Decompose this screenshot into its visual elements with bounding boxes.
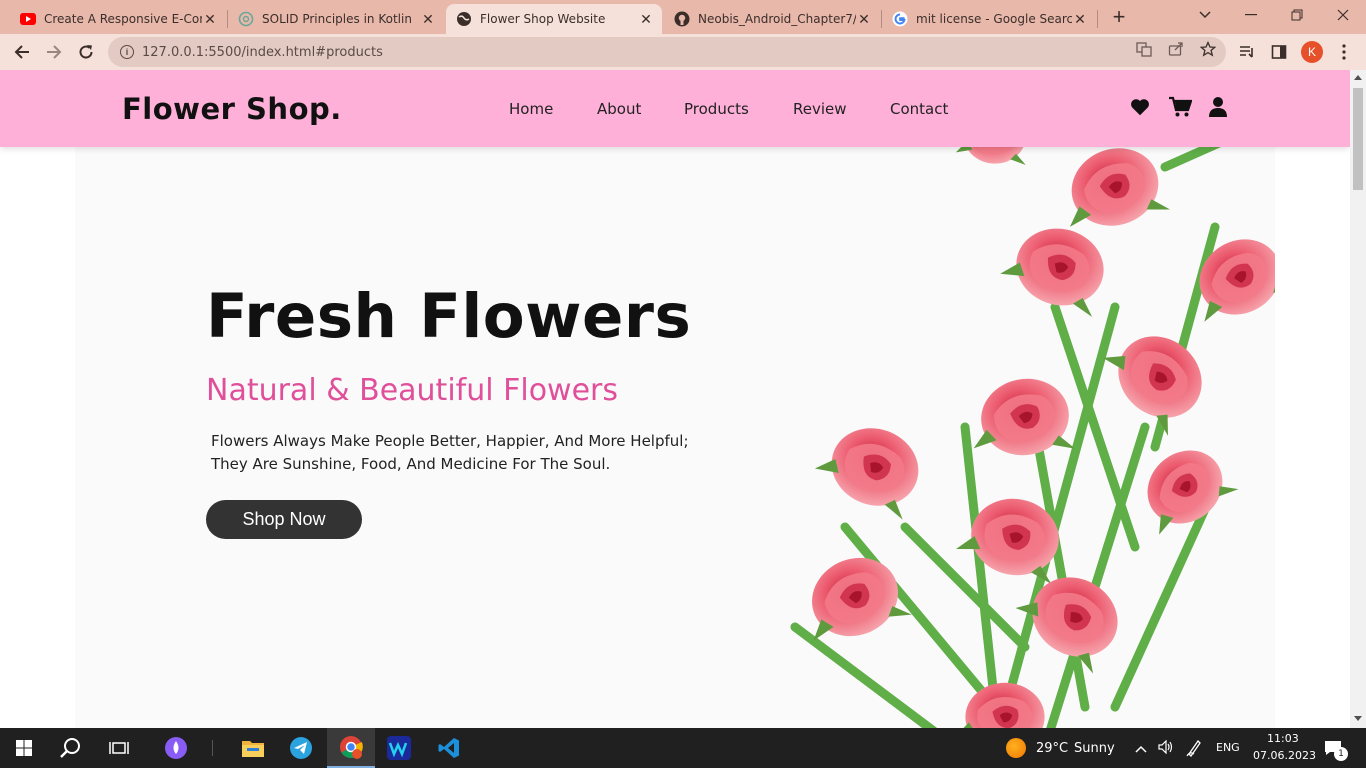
reading-list-icon[interactable] xyxy=(1239,44,1255,60)
nav-about-link[interactable]: About xyxy=(597,100,641,118)
webstorm-icon[interactable] xyxy=(376,728,422,768)
address-bar[interactable]: i 127.0.0.1:5500/index.html#products xyxy=(108,37,1226,67)
youtube-icon xyxy=(20,11,36,27)
browser-tab-active[interactable]: Flower Shop Website ✕ xyxy=(446,4,662,34)
hero-section: Fresh Flowers Natural & Beautiful Flower… xyxy=(75,147,1275,728)
bookmark-star-icon[interactable] xyxy=(1200,41,1216,57)
notification-count-badge: 1 xyxy=(1334,747,1348,761)
user-icon[interactable] xyxy=(1207,96,1231,120)
side-panel-icon[interactable] xyxy=(1271,44,1287,60)
url-text[interactable]: 127.0.0.1:5500/index.html#products xyxy=(142,45,383,60)
page-viewport: Flower Shop. Home About Products Review … xyxy=(0,70,1350,728)
weather-text[interactable]: Sunny xyxy=(1074,741,1115,756)
close-tab-icon[interactable]: ✕ xyxy=(420,11,436,28)
scroll-down-icon[interactable] xyxy=(1354,716,1362,721)
globe-icon xyxy=(456,11,472,27)
minimize-icon[interactable] xyxy=(1228,0,1274,30)
taskbar-separator xyxy=(212,740,213,756)
tab-title: Create A Responsive E-Comm xyxy=(44,12,202,26)
forward-icon[interactable] xyxy=(40,38,68,66)
weather-sun-icon[interactable] xyxy=(1006,738,1026,758)
browser-toolbar: i 127.0.0.1:5500/index.html#products K xyxy=(0,34,1366,70)
nav-products-link[interactable]: Products xyxy=(684,100,749,118)
close-tab-icon[interactable]: ✕ xyxy=(1072,11,1088,28)
task-view-icon[interactable] xyxy=(96,728,142,768)
tab-title: Neobis_Android_Chapter7/R xyxy=(698,12,856,26)
shop-now-button[interactable]: Shop Now xyxy=(206,500,362,539)
share-icon[interactable] xyxy=(1168,41,1184,57)
clock-date[interactable]: 07.06.2023 xyxy=(1253,749,1316,762)
tab-strip: Create A Responsive E-Comm ✕ SOLID Princ… xyxy=(0,0,1366,34)
volume-icon[interactable] xyxy=(1158,739,1174,759)
openai-icon xyxy=(238,11,254,27)
nav-contact-link[interactable]: Contact xyxy=(890,100,948,118)
browser-tab[interactable]: SOLID Principles in Kotlin ✕ xyxy=(228,4,444,34)
hero-description: Flowers Always Make People Better, Happi… xyxy=(211,432,689,473)
search-icon[interactable] xyxy=(48,728,94,768)
scrollbar-thumb[interactable] xyxy=(1353,88,1363,190)
restore-icon[interactable] xyxy=(1274,0,1320,30)
scroll-up-icon[interactable] xyxy=(1354,75,1362,80)
telegram-icon[interactable] xyxy=(278,728,324,768)
heart-icon[interactable] xyxy=(1129,96,1153,120)
tab-title: SOLID Principles in Kotlin xyxy=(262,12,412,26)
vscode-icon[interactable] xyxy=(426,728,472,768)
page-scrollbar[interactable] xyxy=(1350,70,1366,728)
close-window-icon[interactable] xyxy=(1320,0,1366,30)
browser-tab[interactable]: Create A Responsive E-Comm ✕ xyxy=(10,4,226,34)
profile-avatar[interactable]: K xyxy=(1301,41,1323,63)
translate-icon[interactable] xyxy=(1136,41,1152,57)
kebab-menu-icon[interactable] xyxy=(1336,44,1352,60)
site-header: Flower Shop. Home About Products Review … xyxy=(0,70,1350,147)
site-logo[interactable]: Flower Shop. xyxy=(122,92,342,126)
chrome-icon[interactable] xyxy=(327,728,375,768)
close-tab-icon[interactable]: ✕ xyxy=(638,11,654,28)
tab-title: mit license - Google Search xyxy=(916,12,1072,26)
chevron-up-icon[interactable] xyxy=(1135,741,1147,759)
nav-home-link[interactable]: Home xyxy=(509,100,553,118)
language-indicator[interactable]: ENG xyxy=(1216,741,1240,754)
weather-temp[interactable]: 29°C xyxy=(1036,741,1068,756)
tab-title: Flower Shop Website xyxy=(480,12,606,26)
browser-tab[interactable]: mit license - Google Search ✕ xyxy=(882,4,1096,34)
pen-icon[interactable] xyxy=(1186,739,1202,762)
back-icon[interactable] xyxy=(8,38,36,66)
clock-time[interactable]: 11:03 xyxy=(1267,732,1299,745)
file-explorer-icon[interactable] xyxy=(230,728,276,768)
google-icon xyxy=(892,11,908,27)
new-tab-button[interactable]: + xyxy=(1106,4,1132,30)
github-icon xyxy=(674,11,690,27)
tab-separator xyxy=(1097,10,1098,28)
nav-review-link[interactable]: Review xyxy=(793,100,847,118)
close-tab-icon[interactable]: ✕ xyxy=(202,11,218,28)
tab-search-icon[interactable] xyxy=(1182,0,1228,30)
reload-icon[interactable] xyxy=(72,38,100,66)
hero-title: Fresh Flowers xyxy=(206,281,692,352)
cart-icon[interactable] xyxy=(1168,96,1193,120)
hero-subtitle: Natural & Beautiful Flowers xyxy=(206,373,619,408)
taskbar: 29°C Sunny ENG 11:03 07.06.2023 1 xyxy=(0,728,1366,768)
assistant-icon[interactable] xyxy=(153,728,199,768)
start-icon[interactable] xyxy=(1,728,47,768)
close-tab-icon[interactable]: ✕ xyxy=(856,11,872,28)
browser-tab[interactable]: Neobis_Android_Chapter7/R ✕ xyxy=(664,4,880,34)
site-info-icon[interactable]: i xyxy=(120,45,134,59)
pink-roses-image xyxy=(788,147,1275,728)
